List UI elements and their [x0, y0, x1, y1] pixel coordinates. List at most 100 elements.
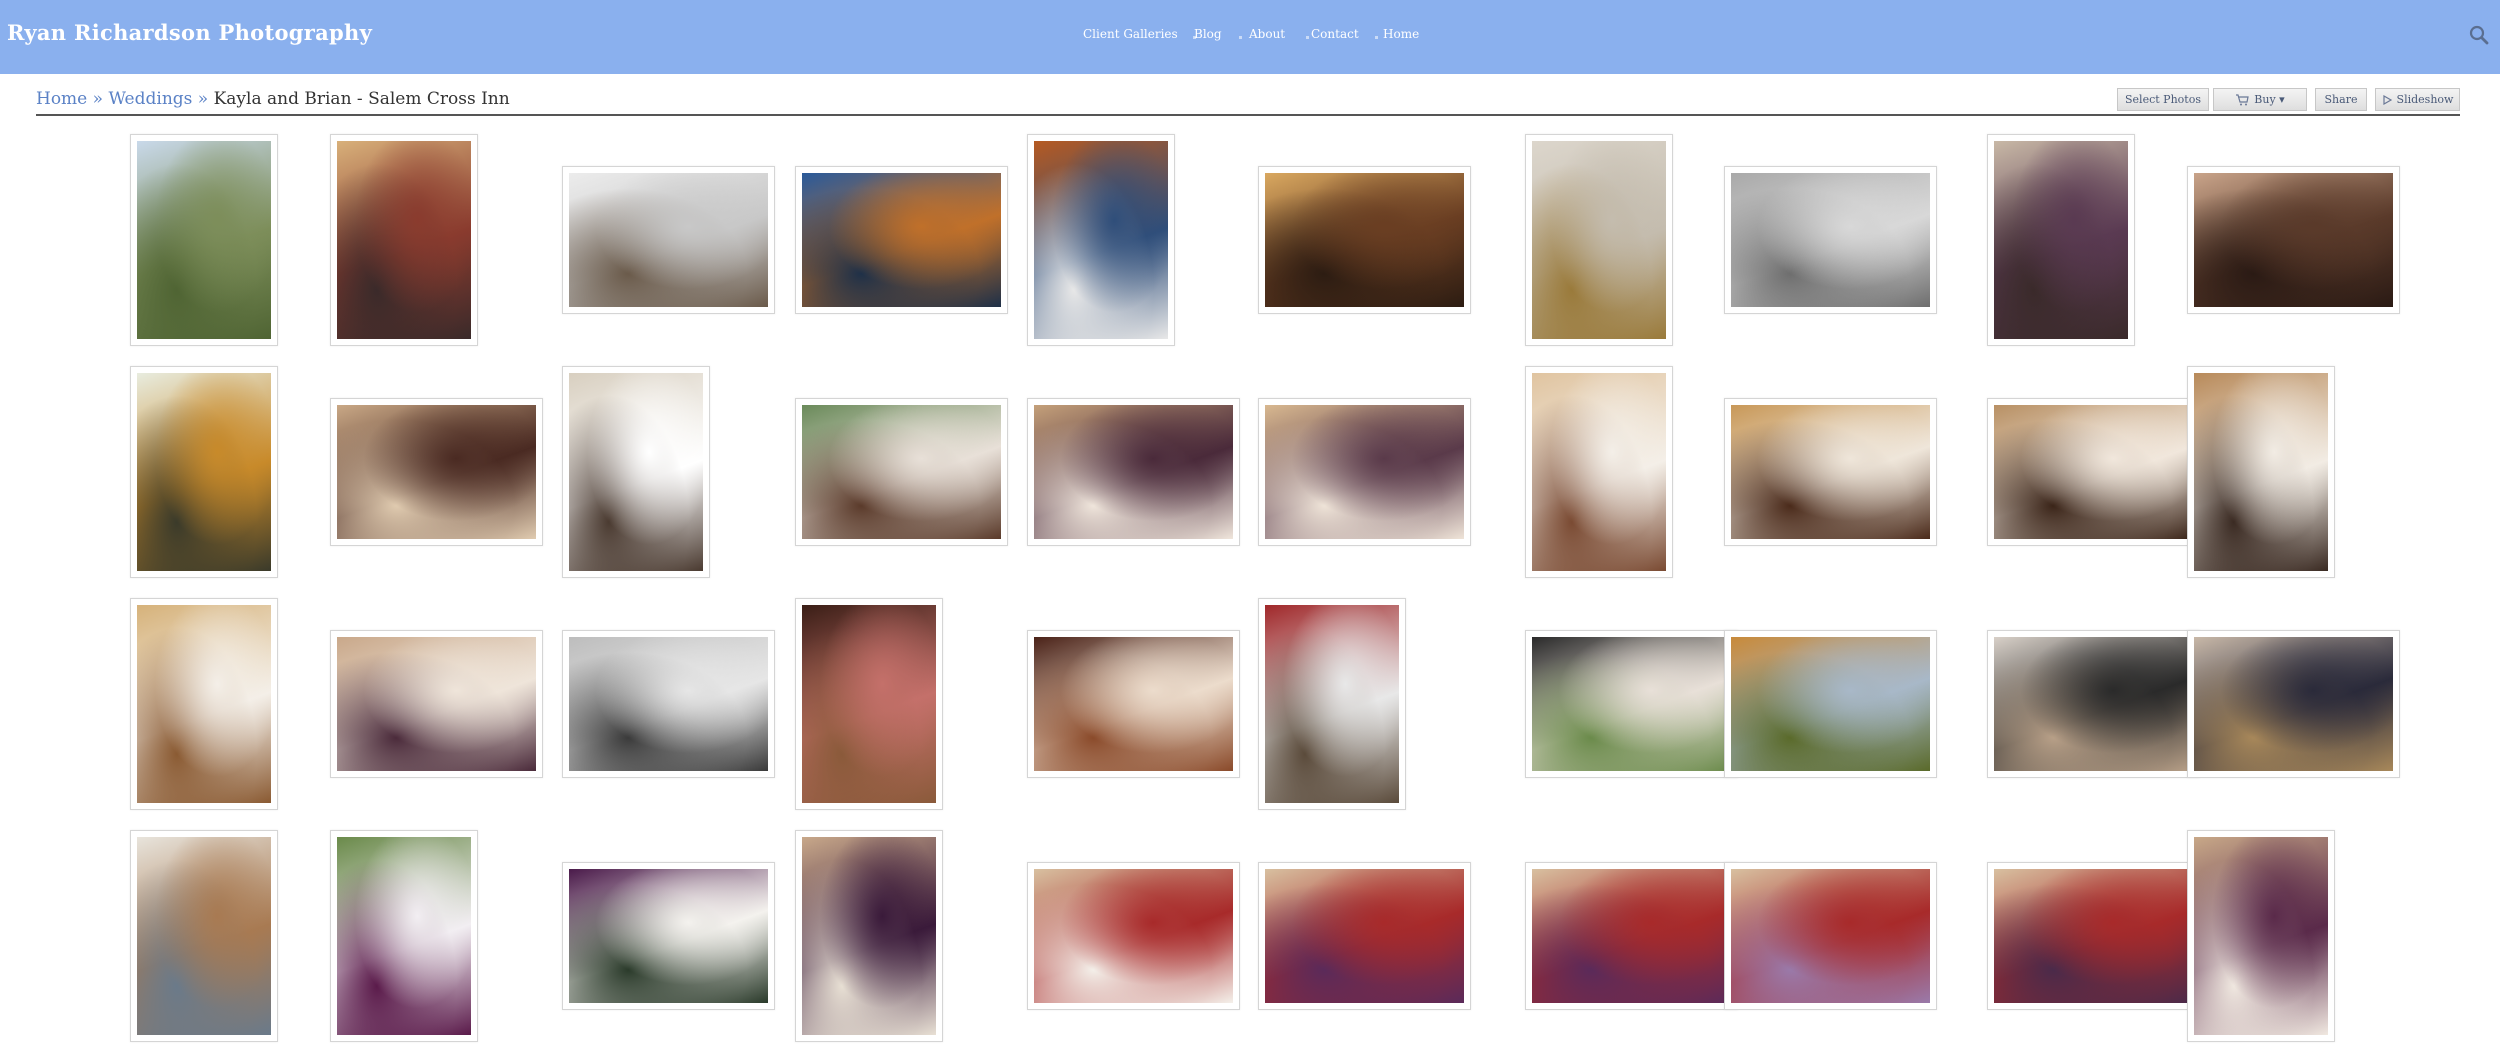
photo-dress-back-mirror[interactable] — [130, 598, 278, 810]
photo-image — [137, 373, 271, 571]
breadcrumb-weddings[interactable]: Weddings — [108, 89, 192, 109]
photo-arrival-limo[interactable] — [1987, 630, 2200, 778]
photo-hallway-pink[interactable] — [795, 598, 943, 810]
photo-dress-hanging-tree[interactable] — [1027, 134, 1175, 346]
nav-contact[interactable]: Contact — [1311, 27, 1359, 41]
site-title[interactable]: Ryan Richardson Photography — [7, 20, 372, 45]
photo-image — [337, 405, 536, 539]
photo-image — [1731, 637, 1930, 771]
photo-necklace[interactable] — [1525, 134, 1673, 346]
photo-image — [337, 837, 471, 1035]
photo-image — [1034, 637, 1233, 771]
photo-image — [802, 605, 936, 803]
photo-silver-shoe[interactable] — [1724, 166, 1937, 314]
photo-image — [1731, 173, 1930, 307]
photo-bride-two-maids[interactable] — [1525, 862, 1738, 1010]
photo-bouquet-white[interactable] — [130, 366, 278, 578]
photo-bride-in-limo[interactable] — [1525, 630, 1738, 778]
photo-limo-door[interactable] — [1258, 598, 1406, 810]
site-header: Ryan Richardson Photography Client Galle… — [0, 0, 2500, 74]
search-icon[interactable] — [2468, 24, 2490, 46]
photo-lacing-dress[interactable] — [330, 630, 543, 778]
photo-image — [1265, 173, 1464, 307]
photo-calla-lilies[interactable] — [330, 830, 478, 1042]
photo-image — [137, 837, 271, 1035]
photo-image — [1265, 605, 1399, 803]
nav-separator — [1239, 36, 1242, 39]
photo-image — [1532, 869, 1731, 1003]
photo-lace-bw[interactable] — [562, 630, 775, 778]
buy-label: Buy ▾ — [2254, 93, 2285, 106]
select-photos-button[interactable]: Select Photos — [2117, 88, 2209, 111]
photo-image — [137, 141, 271, 339]
photo-hair-pin[interactable] — [1258, 166, 1471, 314]
photo-image — [802, 837, 936, 1035]
breadcrumb-separator: » — [92, 89, 104, 109]
photo-dress-detail[interactable] — [562, 166, 775, 314]
photo-image — [1532, 373, 1666, 571]
photo-image — [1034, 141, 1168, 339]
photo-image — [802, 173, 1001, 307]
breadcrumb-home[interactable]: Home — [36, 89, 87, 109]
photo-dress-by-lake[interactable] — [795, 166, 1008, 314]
photo-greeting-family[interactable] — [2187, 630, 2400, 778]
photo-image — [1994, 405, 2193, 539]
cart-icon — [2235, 93, 2250, 106]
photo-image — [1532, 637, 1731, 771]
photo-image — [2194, 837, 2328, 1035]
photo-bride-makeup-chair[interactable] — [330, 134, 478, 346]
photo-image — [1994, 869, 2193, 1003]
photo-bridal-party-room[interactable] — [1987, 862, 2200, 1010]
buy-button[interactable]: Buy ▾ — [2213, 88, 2307, 111]
photo-image — [137, 605, 271, 803]
photo-flowers-jar[interactable] — [795, 830, 943, 1042]
photo-bride-window[interactable] — [562, 366, 710, 578]
photo-image — [569, 373, 703, 571]
photo-bride-maids-lilac[interactable] — [1724, 862, 1937, 1010]
photo-image — [1034, 869, 1233, 1003]
photo-bouquet-purple[interactable] — [562, 862, 775, 1010]
select-photos-label: Select Photos — [2125, 93, 2201, 106]
photo-bride-laughing[interactable] — [1724, 398, 1937, 546]
share-button[interactable]: Share — [2315, 88, 2367, 111]
photo-autumn-field[interactable] — [1724, 630, 1937, 778]
photo-image — [2194, 637, 2393, 771]
photo-bridesmaid-help[interactable] — [1027, 398, 1240, 546]
photo-image — [1532, 141, 1666, 339]
photo-couple-field[interactable] — [130, 134, 278, 346]
photo-image — [569, 869, 768, 1003]
nav-about[interactable]: About — [1249, 27, 1285, 41]
photo-bride-sofa[interactable] — [1027, 862, 1240, 1010]
breadcrumb: Home » Weddings » Kayla and Brian - Sale… — [36, 89, 510, 109]
photo-bride-bridesmaid-sofa[interactable] — [1258, 862, 1471, 1010]
photo-dress-fitting[interactable] — [1258, 398, 1471, 546]
photo-bridal-party-sofa[interactable] — [2187, 830, 2335, 1042]
photo-bride-closeup[interactable] — [2187, 366, 2335, 578]
photo-image — [569, 637, 768, 771]
photo-image — [2194, 373, 2328, 571]
photo-image — [569, 173, 768, 307]
photo-bride-dress-smile[interactable] — [795, 398, 1008, 546]
photo-image — [337, 141, 471, 339]
nav-blog[interactable]: Blog — [1194, 27, 1222, 41]
share-label: Share — [2324, 93, 2358, 106]
nav-client-galleries[interactable]: Client Galleries — [1083, 27, 1178, 41]
photo-braid-back[interactable] — [1987, 134, 2135, 346]
nav-separator — [1375, 36, 1378, 39]
photo-bride-at-table[interactable] — [1027, 630, 1240, 778]
photo-bride-mother[interactable] — [1987, 398, 2200, 546]
breadcrumb-separator: » — [197, 89, 209, 109]
photo-room-prep[interactable] — [330, 398, 543, 546]
photo-bride-phone[interactable] — [130, 830, 278, 1042]
photo-makeup-closeup[interactable] — [2187, 166, 2400, 314]
slideshow-label: Slideshow — [2396, 93, 2454, 106]
photo-image — [1994, 141, 2128, 339]
photo-image — [1265, 405, 1464, 539]
photo-image — [1731, 405, 1930, 539]
header-divider — [36, 114, 2460, 116]
nav-separator — [1306, 36, 1309, 39]
slideshow-button[interactable]: Slideshow — [2375, 88, 2460, 111]
nav-home[interactable]: Home — [1383, 27, 1419, 41]
photo-bride-portrait[interactable] — [1525, 366, 1673, 578]
breadcrumb-current: Kayla and Brian - Salem Cross Inn — [213, 89, 510, 109]
